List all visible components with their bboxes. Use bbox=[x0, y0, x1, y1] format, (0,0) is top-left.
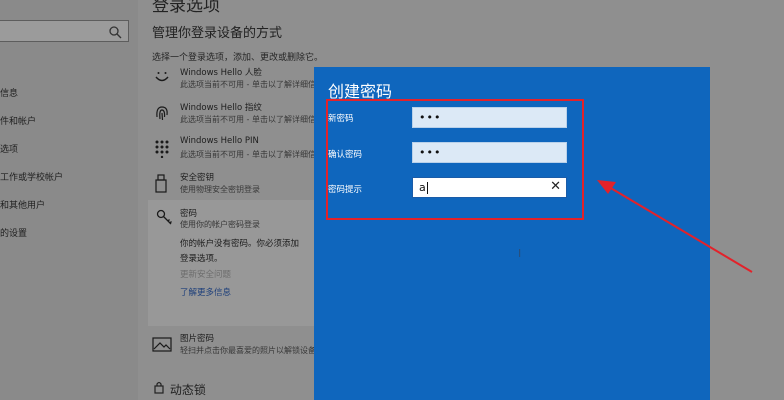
annotation-arrow-icon bbox=[597, 180, 753, 273]
